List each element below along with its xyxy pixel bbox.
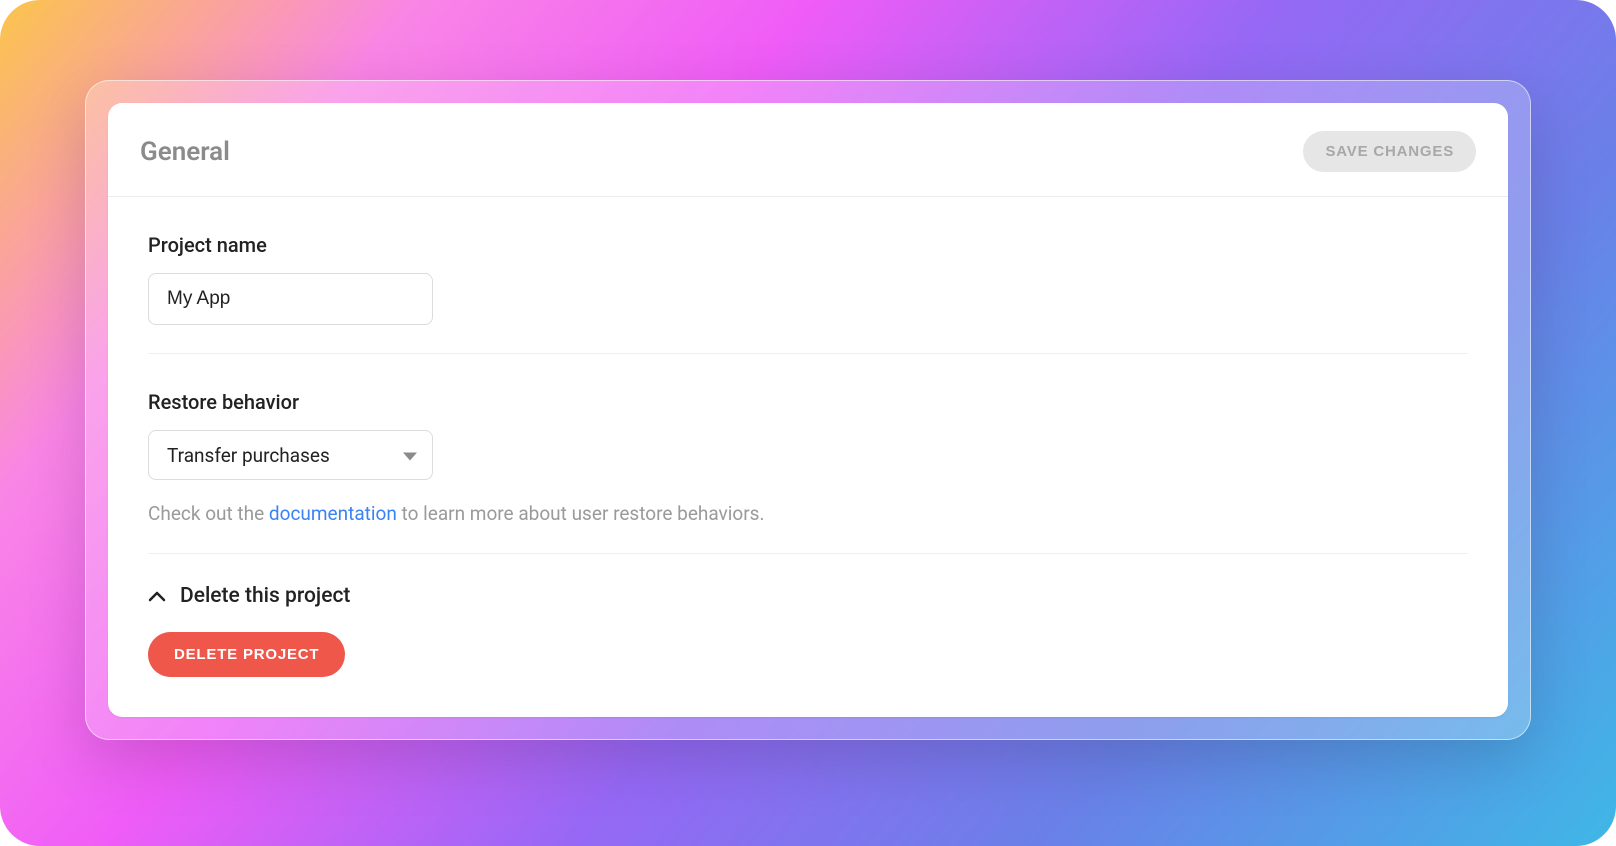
restore-behavior-helper: Check out the documentation to learn mor… <box>148 502 1468 525</box>
restore-behavior-label: Restore behavior <box>148 390 1468 414</box>
chevron-up-icon <box>148 591 166 602</box>
project-name-input[interactable] <box>148 273 433 325</box>
card-header: General SAVE CHANGES <box>108 103 1508 197</box>
documentation-link[interactable]: documentation <box>269 502 397 525</box>
settings-card: General SAVE CHANGES Project name Restor… <box>108 103 1508 717</box>
restore-behavior-select[interactable]: Transfer purchases <box>148 430 433 480</box>
project-name-section: Project name <box>148 197 1468 354</box>
restore-behavior-selected-value: Transfer purchases <box>167 444 330 467</box>
project-name-label: Project name <box>148 233 1468 257</box>
restore-behavior-section: Restore behavior Transfer purchases Chec… <box>148 354 1468 554</box>
delete-collapse-toggle[interactable]: Delete this project <box>148 554 1468 632</box>
delete-section-title: Delete this project <box>180 584 350 608</box>
glass-panel: General SAVE CHANGES Project name Restor… <box>85 80 1531 740</box>
save-changes-button[interactable]: SAVE CHANGES <box>1303 131 1476 172</box>
card-body: Project name Restore behavior Transfer p… <box>108 197 1508 717</box>
page-title: General <box>140 137 230 167</box>
helper-prefix: Check out the <box>148 502 269 525</box>
delete-project-section: Delete this project DELETE PROJECT <box>148 554 1468 677</box>
delete-project-button[interactable]: DELETE PROJECT <box>148 632 345 677</box>
helper-suffix: to learn more about user restore behavio… <box>397 502 765 525</box>
gradient-background: General SAVE CHANGES Project name Restor… <box>0 0 1616 846</box>
restore-behavior-select-wrap: Transfer purchases <box>148 430 433 480</box>
